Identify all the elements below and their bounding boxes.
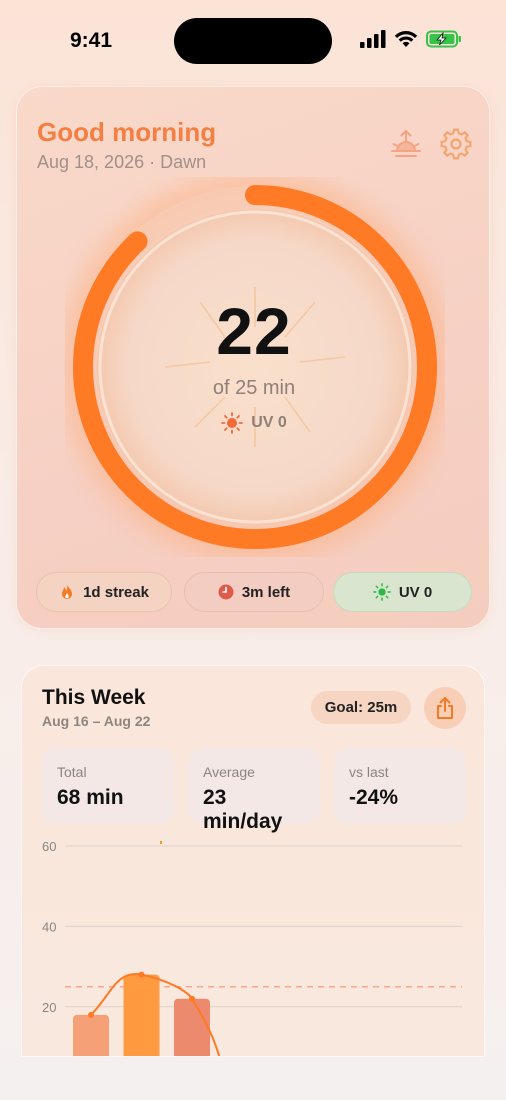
week-date-range: Aug 16 – Aug 22: [42, 713, 151, 729]
streak-label: 1d streak: [83, 583, 149, 601]
goal-pill[interactable]: Goal: 25m: [311, 691, 411, 724]
sunrise-icon[interactable]: [389, 127, 423, 161]
stat-average-label: Average: [203, 764, 255, 780]
time-left-label: 3m left: [241, 583, 291, 601]
clock-icon: [218, 584, 234, 600]
progress-minutes: 22: [216, 294, 292, 368]
uv-pill[interactable]: UV 0: [333, 572, 472, 612]
progress-goal-text: of 25 min: [212, 377, 296, 399]
stat-total-value: 68 min: [57, 786, 124, 809]
y-tick-label: 20: [42, 1000, 56, 1015]
time-left-pill[interactable]: 3m left: [184, 572, 324, 612]
sun-green-icon: [372, 583, 391, 601]
stat-vs-last-value: -24%: [349, 786, 399, 809]
week-title: This Week: [42, 686, 146, 709]
stat-average-value: 23 min/day: [203, 786, 283, 833]
gear-icon[interactable]: [439, 127, 473, 161]
uv-pill-label: UV 0: [398, 583, 433, 601]
signal-icon: [360, 30, 386, 48]
stat-average: Average 23 min/day: [188, 748, 320, 833]
trend-point: [88, 1011, 94, 1018]
daily-progress-card: Good morning Aug 18, 2026 · Dawn 22 of 2…: [16, 86, 490, 629]
y-tick-label: 40: [42, 919, 56, 934]
greeting-title: Good morning: [37, 117, 217, 147]
chart-bar: [174, 998, 210, 1056]
streak-pill[interactable]: 1d streak: [36, 572, 172, 612]
weekly-summary-card: This Week Aug 16 – Aug 22 Goal: 25m Tota…: [21, 665, 485, 1057]
share-button[interactable]: [424, 687, 466, 729]
battery-icon: [426, 30, 461, 48]
stat-vs-last-label: vs last: [349, 764, 389, 780]
dynamic-island: [174, 18, 332, 64]
sun-icon: [221, 412, 244, 434]
stat-total: Total 68 min: [42, 748, 174, 824]
stat-total-label: Total: [57, 764, 87, 780]
status-time: 9:41: [70, 29, 113, 52]
uv-indicator: UV 0: [17, 412, 491, 434]
stat-vs-last: vs last -24%: [334, 748, 466, 824]
y-tick-label: 60: [42, 839, 56, 854]
weekly-bar-chart: 20 40 60: [42, 839, 462, 1056]
chart-bar: [73, 1014, 109, 1056]
wifi-icon: [394, 31, 418, 47]
status-bar: 9:41: [0, 0, 506, 80]
status-icons: [360, 30, 462, 48]
flame-icon: [62, 584, 73, 599]
share-icon: [437, 697, 453, 719]
trend-point: [138, 971, 145, 978]
date-subtitle: Aug 18, 2026 · Dawn: [37, 152, 207, 172]
chart-bar: [123, 974, 160, 1056]
uv-value: UV 0: [251, 414, 287, 431]
trend-point: [189, 995, 195, 1002]
